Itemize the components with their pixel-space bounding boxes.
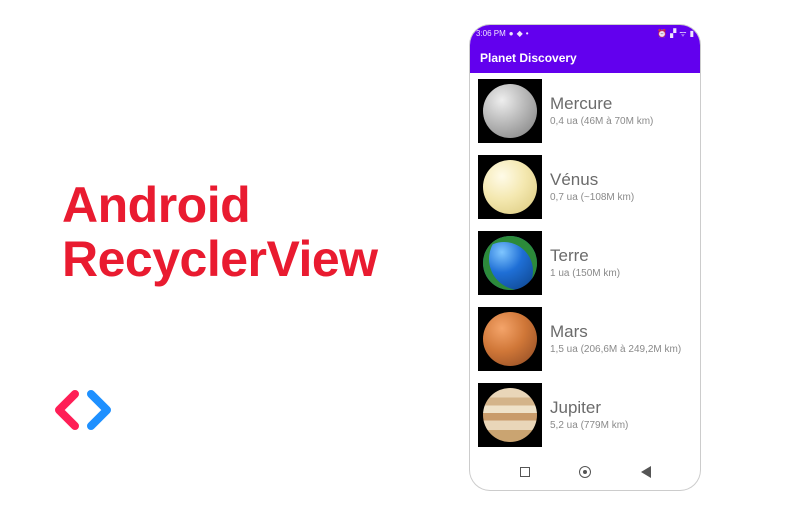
status-time: 3:06 PM xyxy=(476,30,506,38)
planet-detail: 1,5 ua (206,6M à 249,2M km) xyxy=(550,344,681,355)
planet-name: Terre xyxy=(550,247,620,266)
phone-frame: 3:06 PM ● ◆ • ⏰ ▞ ᯤ ▮ Planet Discovery M… xyxy=(470,25,700,490)
planet-thumb xyxy=(478,231,542,295)
android-nav-bar xyxy=(470,454,700,490)
planet-name: Vénus xyxy=(550,171,634,190)
planet-list[interactable]: Mercure 0,4 ua (46M à 70M km) Vénus 0,7 … xyxy=(470,73,700,453)
title-line-1: Android xyxy=(62,178,378,232)
planet-name: Mercure xyxy=(550,95,653,114)
signal-icon: ▞ xyxy=(670,30,676,38)
planet-icon xyxy=(483,388,537,442)
list-item[interactable]: Jupiter 5,2 ua (779M km) xyxy=(470,377,700,453)
planet-icon xyxy=(483,312,537,366)
list-item[interactable]: Terre 1 ua (150M km) xyxy=(470,225,700,301)
planet-icon xyxy=(483,84,537,138)
app-bar: Planet Discovery xyxy=(470,43,700,73)
list-item[interactable]: Mercure 0,4 ua (46M à 70M km) xyxy=(470,73,700,149)
planet-icon xyxy=(483,236,537,290)
status-icon: ● xyxy=(509,30,514,38)
nav-back-icon[interactable] xyxy=(641,466,651,478)
planet-detail: 5,2 ua (779M km) xyxy=(550,420,628,431)
status-bar: 3:06 PM ● ◆ • ⏰ ▞ ᯤ ▮ xyxy=(470,25,700,43)
planet-thumb xyxy=(478,307,542,371)
alarm-icon: ⏰ xyxy=(657,30,667,38)
app-title: Planet Discovery xyxy=(480,51,577,65)
brand-logo-icon xyxy=(55,390,111,430)
planet-detail: 1 ua (150M km) xyxy=(550,268,620,279)
battery-icon: ▮ xyxy=(690,30,694,38)
nav-home-icon[interactable] xyxy=(579,466,591,478)
status-icon: ◆ xyxy=(517,30,523,38)
list-item[interactable]: Vénus 0,7 ua (~108M km) xyxy=(470,149,700,225)
nav-recent-icon[interactable] xyxy=(520,467,530,477)
title-line-2: RecyclerView xyxy=(62,232,378,286)
planet-thumb xyxy=(478,155,542,219)
planet-detail: 0,7 ua (~108M km) xyxy=(550,192,634,203)
list-item[interactable]: Mars 1,5 ua (206,6M à 249,2M km) xyxy=(470,301,700,377)
planet-name: Jupiter xyxy=(550,399,628,418)
planet-thumb xyxy=(478,79,542,143)
status-icon: • xyxy=(526,30,529,38)
planet-name: Mars xyxy=(550,323,681,342)
planet-icon xyxy=(483,160,537,214)
wifi-icon: ᯤ xyxy=(679,30,686,38)
planet-detail: 0,4 ua (46M à 70M km) xyxy=(550,116,653,127)
planet-thumb xyxy=(478,383,542,447)
page-title: Android RecyclerView xyxy=(62,178,378,286)
